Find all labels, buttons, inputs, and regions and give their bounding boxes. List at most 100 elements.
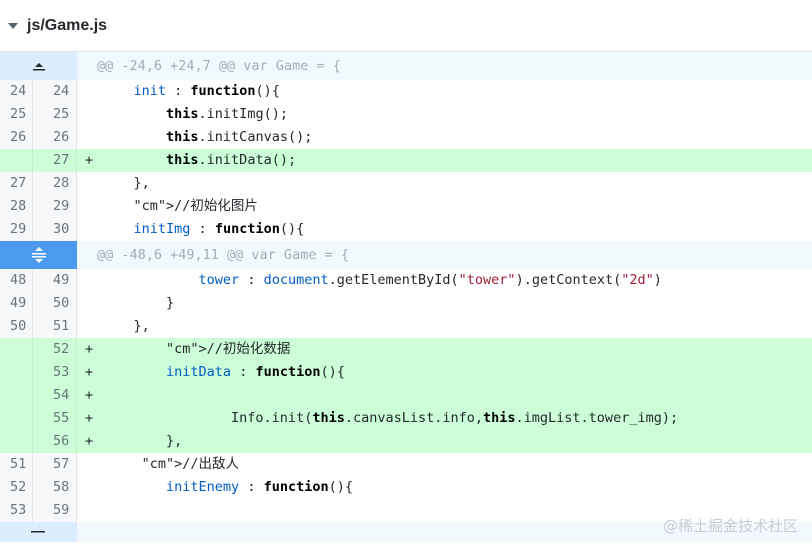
new-line-number[interactable]: 50 (33, 292, 77, 315)
diff-line: 29 30 initImg : function(){ (0, 218, 812, 241)
code-text: this.initData(); (166, 152, 297, 168)
collapse-caret-icon[interactable] (8, 22, 18, 29)
diff-line: 27 28 }, (0, 172, 812, 195)
old-line-number[interactable]: 53 (0, 499, 33, 522)
new-line-number[interactable]: 51 (33, 315, 77, 338)
hunk-header: @@ -48,6 +49,11 @@ var Game = { (0, 241, 812, 269)
diff-line: 28 29 "cm">//初始化图片 (0, 195, 812, 218)
expand-both-button[interactable] (0, 241, 77, 269)
new-line-number[interactable]: 53 (33, 361, 77, 384)
code-line: init : function(){ (77, 80, 812, 103)
code-line: }, (77, 172, 812, 195)
new-line-number[interactable]: 28 (33, 172, 77, 195)
diff-line-added: 56 + }, (0, 430, 812, 453)
old-line-number[interactable]: 49 (0, 292, 33, 315)
diff-marker: + (85, 410, 94, 426)
code-line: + this.initData(); (77, 149, 812, 172)
code-text: }, (101, 318, 150, 334)
diff-block-1: 24 24 init : function(){25 25 this.initImg… (0, 80, 812, 241)
new-line-number[interactable]: 57 (33, 453, 77, 476)
diff-line-added: 52 + "cm">//初始化数据 (0, 338, 812, 361)
code-text: tower : document.getElementById("tower")… (198, 272, 662, 288)
code-line: this.initCanvas(); (77, 126, 812, 149)
diff-line-added: 55 + Info.init(this.canvasList.info,this.… (0, 407, 812, 430)
diff-line: 48 49 tower : document.getElementById("to… (0, 269, 812, 292)
expand-down-button[interactable] (0, 522, 77, 542)
new-line-number[interactable]: 55 (33, 407, 77, 430)
code-text: initEnemy : function(){ (166, 479, 353, 495)
code-line: } (77, 292, 812, 315)
code-line: "cm">//出敌人 (77, 453, 812, 476)
new-line-number[interactable]: 26 (33, 126, 77, 149)
diff-marker: + (85, 341, 94, 357)
code-text: this.initCanvas(); (166, 129, 313, 145)
diff-line: 50 51 }, (0, 315, 812, 338)
old-line-number[interactable] (0, 384, 33, 407)
diff-line: 24 24 init : function(){ (0, 80, 812, 103)
diff-block-2: 48 49 tower : document.getElementById("to… (0, 269, 812, 522)
code-text: } (101, 295, 175, 311)
new-line-number[interactable]: 27 (33, 149, 77, 172)
code-line: initEnemy : function(){ (77, 476, 812, 499)
watermark: @稀土掘金技术社区 (662, 517, 798, 535)
code-text: init : function(){ (133, 83, 280, 99)
old-line-number[interactable] (0, 361, 33, 384)
diff-line: 26 26 this.initCanvas(); (0, 126, 812, 149)
old-line-number[interactable]: 29 (0, 218, 33, 241)
new-line-number[interactable]: 29 (33, 195, 77, 218)
old-line-number[interactable] (0, 430, 33, 453)
new-line-number[interactable]: 54 (33, 384, 77, 407)
old-line-number[interactable] (0, 149, 33, 172)
diff-marker: + (85, 152, 94, 168)
expand-up-button[interactable] (0, 52, 77, 80)
old-line-number[interactable]: 52 (0, 476, 33, 499)
code-text: }, (101, 433, 183, 449)
diff-line: 52 58 initEnemy : function(){ (0, 476, 812, 499)
code-text: "cm">//初始化图片 (133, 198, 258, 214)
diff-line-added: 54 + (0, 384, 812, 407)
new-line-number[interactable]: 58 (33, 476, 77, 499)
old-line-number[interactable]: 27 (0, 172, 33, 195)
new-line-number[interactable]: 56 (33, 430, 77, 453)
file-name[interactable]: js/Game.js (27, 17, 107, 35)
code-text: "cm">//出敌人 (141, 456, 240, 472)
file-header[interactable]: js/Game.js (0, 0, 812, 52)
code-line: + Info.init(this.canvasList.info,this.im… (77, 407, 812, 430)
code-text: "cm">//初始化数据 (166, 341, 291, 357)
code-line: + initData : function(){ (77, 361, 812, 384)
old-line-number[interactable]: 28 (0, 195, 33, 218)
code-line: + "cm">//初始化数据 (77, 338, 812, 361)
code-line: this.initImg(); (77, 103, 812, 126)
diff-marker: + (85, 387, 94, 403)
code-text: Info.init(this.canvasList.info,this.imgL… (101, 410, 679, 426)
old-line-number[interactable]: 26 (0, 126, 33, 149)
diff-line: 51 57 "cm">//出敌人 (0, 453, 812, 476)
new-line-number[interactable]: 24 (33, 80, 77, 103)
old-line-number[interactable]: 48 (0, 269, 33, 292)
code-line: initImg : function(){ (77, 218, 812, 241)
expand-up-icon (32, 63, 45, 71)
code-line: }, (77, 315, 812, 338)
expand-both-icon (31, 247, 46, 263)
hunk-header-text: @@ -48,6 +49,11 @@ var Game = { (77, 241, 812, 269)
old-line-number[interactable] (0, 338, 33, 361)
diff-view: @@ -24,6 +24,7 @@ var Game = { 24 24 init… (0, 52, 812, 542)
new-line-number[interactable]: 49 (33, 269, 77, 292)
code-line: "cm">//初始化图片 (77, 195, 812, 218)
old-line-number[interactable]: 50 (0, 315, 33, 338)
diff-marker: + (85, 364, 94, 380)
old-line-number[interactable]: 25 (0, 103, 33, 126)
new-line-number[interactable]: 25 (33, 103, 77, 126)
new-line-number[interactable]: 30 (33, 218, 77, 241)
code-text: }, (101, 175, 150, 191)
code-text: initImg : function(){ (133, 221, 305, 237)
diff-line-added: 27 + this.initData(); (0, 149, 812, 172)
new-line-number[interactable]: 59 (33, 499, 77, 522)
hunk-header: @@ -24,6 +24,7 @@ var Game = { (0, 52, 812, 80)
new-line-number[interactable]: 52 (33, 338, 77, 361)
diff-marker: + (85, 433, 94, 449)
old-line-number[interactable]: 51 (0, 453, 33, 476)
old-line-number[interactable]: 24 (0, 80, 33, 103)
old-line-number[interactable] (0, 407, 33, 430)
diff-line-added: 53 + initData : function(){ (0, 361, 812, 384)
